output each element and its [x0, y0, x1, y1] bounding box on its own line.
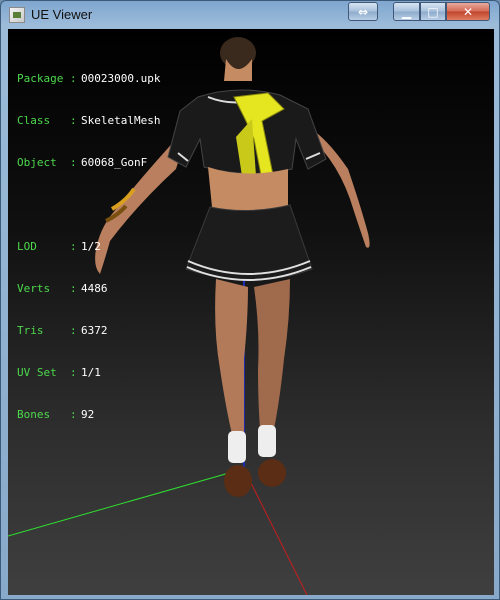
- info-value: 92: [81, 408, 95, 421]
- maximize-button[interactable]: □: [420, 2, 446, 21]
- close-button[interactable]: ✕: [446, 2, 490, 21]
- info-label: Tris :: [17, 324, 84, 337]
- info-value: 6372: [81, 324, 108, 337]
- app-icon: [9, 7, 25, 23]
- info-row-tris: Tris : 6372: [17, 324, 160, 338]
- minimize-icon: ▁: [401, 4, 412, 19]
- info-label: Class :: [17, 114, 84, 127]
- maximize-icon: □: [427, 4, 439, 19]
- info-row-object: Object : 60068_GonF: [17, 156, 160, 170]
- minimize-button[interactable]: ▁: [393, 2, 420, 21]
- info-label: UV Set :: [17, 366, 84, 379]
- mesh-info-overlay: Package : 00023000.upk Class : SkeletalM…: [17, 44, 160, 450]
- info-label: Bones :: [17, 408, 84, 421]
- close-icon: ✕: [462, 4, 474, 19]
- swap-arrows-button[interactable]: ⇔: [348, 2, 378, 21]
- info-row-uv-set: UV Set : 1/1: [17, 366, 160, 380]
- info-row-lod: LOD : 1/2: [17, 240, 160, 254]
- info-row-class: Class : SkeletalMesh: [17, 114, 160, 128]
- swap-arrows-icon: ⇔: [357, 4, 369, 19]
- 3d-viewport[interactable]: Package : 00023000.upk Class : SkeletalM…: [8, 29, 494, 595]
- title-bar[interactable]: UE Viewer ⇔ ▁ □ ✕: [1, 1, 499, 29]
- info-row-bones: Bones : 92: [17, 408, 160, 422]
- app-window: UE Viewer ⇔ ▁ □ ✕ Package: 00023000.upk…: [0, 0, 500, 600]
- info-row-verts: Verts : 4486: [17, 282, 160, 296]
- info-value: SkeletalMesh: [81, 114, 161, 127]
- window-title: UE Viewer: [31, 7, 93, 22]
- info-label: Package :: [17, 72, 84, 85]
- axis-x-line: [243, 468, 308, 595]
- info-row-package: Package : 00023000.upk: [17, 72, 160, 86]
- info-value: 1/1: [81, 366, 101, 379]
- info-label: Verts :: [17, 282, 84, 295]
- info-value: 60068_GonF: [81, 156, 148, 169]
- info-label: LOD :: [17, 240, 84, 253]
- info-value: 4486: [81, 282, 108, 295]
- info-label: Object :: [17, 156, 84, 169]
- info-value: 00023000.upk: [81, 72, 161, 85]
- axis-y-line: [8, 472, 230, 537]
- info-value: 1/2: [81, 240, 101, 253]
